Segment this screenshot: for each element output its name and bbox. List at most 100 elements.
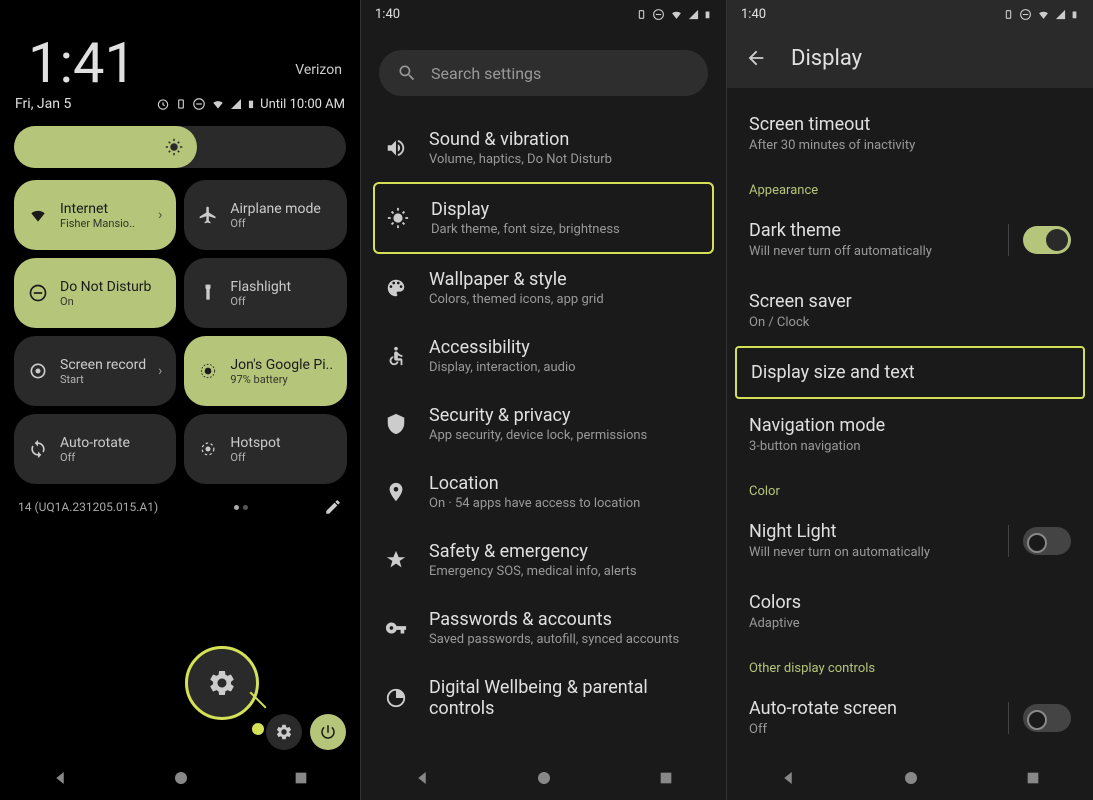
settings-item-security[interactable]: Security & privacyApp security, device l… [373, 390, 714, 458]
search-icon [397, 63, 417, 83]
clock-time: 1:41 [0, 0, 360, 96]
tile-auto-rotate[interactable]: Auto-rotateOff [14, 414, 176, 484]
auto-rotate-toggle[interactable] [1023, 704, 1071, 732]
divider [1008, 224, 1009, 256]
settings-item-location[interactable]: LocationOn · 54 apps have access to loca… [373, 458, 714, 526]
alarm-icon [156, 97, 170, 111]
settings-list-screen: 1:40 Search settings Sound & vibrationVo… [360, 0, 727, 800]
build-number: 14 (UQ1A.231205.015.A1) [18, 500, 158, 514]
vibrate-icon [1002, 8, 1015, 21]
setting-colors[interactable]: Colors Adaptive [727, 576, 1093, 647]
tile-hotspot[interactable]: HotspotOff [184, 414, 347, 484]
setting-dark-theme[interactable]: Dark theme Will never turn off automatic… [727, 204, 1093, 275]
status-icons [1002, 8, 1079, 21]
vibrate-icon [174, 97, 188, 111]
settings-item-wallpaper[interactable]: Wallpaper & styleColors, themed icons, a… [373, 254, 714, 322]
display-settings-screen: 1:40 Display Screen timeout After 30 min… [727, 0, 1093, 800]
airplane-icon [198, 205, 218, 225]
nav-home-icon[interactable] [535, 769, 553, 787]
shield-icon [385, 413, 407, 435]
gear-icon [207, 668, 237, 698]
settings-item-accessibility[interactable]: AccessibilityDisplay, interaction, audio [373, 322, 714, 390]
callout-line [247, 691, 271, 715]
dnd-icon [1019, 8, 1032, 21]
nav-back-icon[interactable] [779, 769, 797, 787]
nav-bar [361, 756, 726, 800]
tile-internet[interactable]: InternetFisher Mansio.. › [14, 180, 176, 250]
emergency-icon [385, 549, 407, 571]
tile-device[interactable]: Jon's Google Pi..97% battery [184, 336, 347, 406]
palette-icon [385, 277, 407, 299]
settings-item-display[interactable]: DisplayDark theme, font size, brightness [373, 182, 714, 254]
setting-navigation-mode[interactable]: Navigation mode 3-button navigation [727, 399, 1093, 470]
nav-home-icon[interactable] [172, 769, 190, 787]
chevron-right-icon: › [158, 363, 162, 379]
settings-item-sound[interactable]: Sound & vibrationVolume, haptics, Do Not… [373, 114, 714, 182]
location-icon [385, 481, 407, 503]
battery-icon [1070, 8, 1079, 21]
settings-button[interactable] [266, 714, 302, 750]
nav-home-icon[interactable] [902, 769, 920, 787]
rotate-icon [28, 439, 48, 459]
volume-icon [385, 137, 407, 159]
settings-item-safety[interactable]: Safety & emergencyEmergency SOS, medical… [373, 526, 714, 594]
page-dots [234, 505, 248, 510]
quick-settings-screen: 1:41 Verizon Fri, Jan 5 Until 10:00 AM I… [0, 0, 360, 800]
dnd-icon [652, 8, 665, 21]
back-arrow-icon[interactable] [745, 47, 767, 69]
record-icon [28, 361, 48, 381]
wifi-icon [1036, 8, 1051, 21]
dark-theme-toggle[interactable] [1023, 226, 1071, 254]
nav-back-icon[interactable] [413, 769, 431, 787]
tile-screen-record[interactable]: Screen recordStart › [14, 336, 176, 406]
setting-auto-rotate[interactable]: Auto-rotate screen Off [727, 682, 1093, 753]
wifi-icon [669, 8, 684, 21]
page-title: Display [791, 46, 862, 71]
power-icon [319, 723, 337, 741]
status-time: 1:40 [741, 7, 766, 22]
signal-icon [688, 8, 699, 21]
brightness-icon [165, 138, 183, 156]
devices-icon [198, 361, 218, 381]
nav-back-icon[interactable] [51, 769, 69, 787]
gear-icon [275, 723, 293, 741]
setting-screen-saver[interactable]: Screen saver On / Clock [727, 275, 1093, 346]
accessibility-icon [385, 345, 407, 367]
status-icons: Until 10:00 AM [156, 97, 345, 112]
divider [1008, 525, 1009, 557]
wifi-icon [210, 97, 226, 111]
search-placeholder: Search settings [431, 64, 541, 83]
dnd-icon [192, 97, 206, 111]
nav-bar [727, 756, 1093, 800]
power-button[interactable] [310, 714, 346, 750]
signal-icon [1055, 8, 1066, 21]
setting-display-size[interactable]: Display size and text [735, 346, 1085, 399]
nav-recent-icon[interactable] [1025, 770, 1041, 786]
chevron-right-icon: › [158, 207, 162, 223]
wifi-icon [28, 205, 48, 225]
tile-airplane[interactable]: Airplane modeOff [184, 180, 347, 250]
hotspot-icon [198, 439, 218, 459]
date-label: Fri, Jan 5 [15, 96, 71, 112]
setting-night-light[interactable]: Night Light Will never turn on automatic… [727, 505, 1093, 576]
carrier-label: Verizon [295, 62, 342, 78]
tile-dnd[interactable]: Do Not DisturbOn [14, 258, 176, 328]
nav-recent-icon[interactable] [293, 770, 309, 786]
settings-item-passwords[interactable]: Passwords & accountsSaved passwords, aut… [373, 594, 714, 662]
night-light-toggle[interactable] [1023, 527, 1071, 555]
setting-screen-timeout[interactable]: Screen timeout After 30 minutes of inact… [727, 98, 1093, 169]
edit-icon[interactable] [324, 498, 342, 516]
brightness-slider[interactable] [14, 126, 346, 168]
section-appearance: Appearance [727, 169, 1093, 204]
brightness-icon [387, 207, 409, 229]
wellbeing-icon [385, 687, 407, 709]
settings-item-wellbeing[interactable]: Digital Wellbeing & parental controls [373, 662, 714, 734]
nav-recent-icon[interactable] [658, 770, 674, 786]
signal-icon [230, 97, 242, 111]
tile-flashlight[interactable]: FlashlightOff [184, 258, 347, 328]
section-other: Other display controls [727, 647, 1093, 682]
section-color: Color [727, 470, 1093, 505]
search-input[interactable]: Search settings [379, 50, 708, 96]
flashlight-icon [198, 283, 218, 303]
until-time: Until 10:00 AM [260, 97, 345, 112]
